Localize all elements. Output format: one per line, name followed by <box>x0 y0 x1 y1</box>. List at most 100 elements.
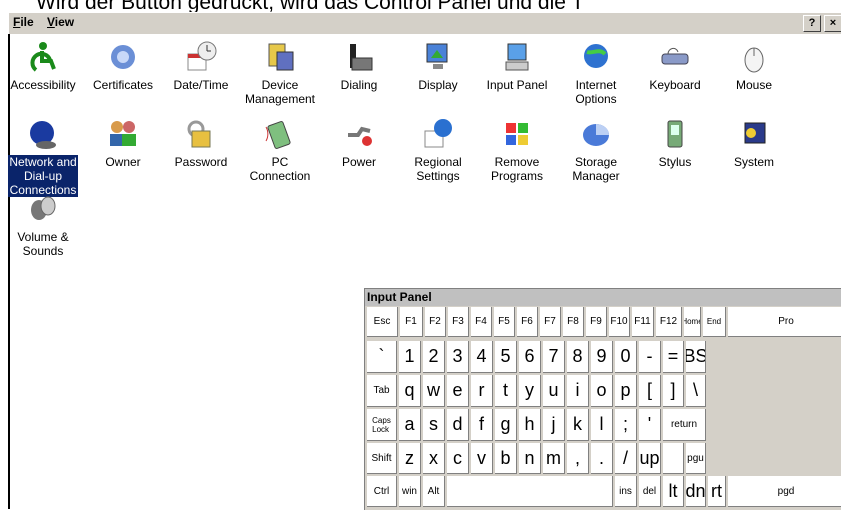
key[interactable]: Tab <box>367 375 397 407</box>
key[interactable]: d <box>447 409 469 441</box>
icon-item[interactable]: Keyboard <box>634 40 716 92</box>
key[interactable]: n <box>519 443 541 474</box>
key[interactable]: F3 <box>448 307 469 337</box>
key[interactable]: a <box>399 409 421 441</box>
key[interactable]: r <box>471 375 493 407</box>
key[interactable]: F6 <box>517 307 538 337</box>
key[interactable]: F10 <box>609 307 630 337</box>
key[interactable]: / <box>615 443 637 474</box>
key[interactable]: e <box>447 375 469 407</box>
key[interactable]: q <box>399 375 421 407</box>
key[interactable]: ` <box>367 341 397 373</box>
key[interactable]: 8 <box>567 341 589 373</box>
key[interactable]: del <box>639 476 661 507</box>
icon-item[interactable]: Accessibility <box>2 40 84 92</box>
key[interactable]: 4 <box>471 341 493 373</box>
key[interactable]: \ <box>686 375 706 407</box>
key[interactable]: 6 <box>519 341 541 373</box>
key[interactable]: c <box>447 443 469 474</box>
icon-item[interactable]: Stylus <box>634 117 716 169</box>
icon-item[interactable]: Volume & Sounds <box>2 192 84 258</box>
key[interactable]: . <box>591 443 613 474</box>
key[interactable]: s <box>423 409 445 441</box>
key[interactable]: 7 <box>543 341 565 373</box>
icon-item[interactable]: Input Panel <box>476 40 558 92</box>
icon-item[interactable]: Remove Programs <box>476 117 558 183</box>
icon-item[interactable]: System <box>713 117 795 169</box>
blank-key[interactable] <box>663 443 684 474</box>
icon-item[interactable]: Power <box>318 117 400 169</box>
key[interactable]: Caps Lock <box>367 409 397 441</box>
key[interactable]: rt <box>708 476 726 507</box>
key[interactable]: m <box>543 443 565 474</box>
close-button[interactable]: × <box>824 15 841 32</box>
key[interactable]: u <box>543 375 565 407</box>
icon-item[interactable]: Password <box>160 117 242 169</box>
key[interactable]: i <box>567 375 589 407</box>
key[interactable]: z <box>399 443 421 474</box>
key[interactable]: F8 <box>563 307 584 337</box>
key[interactable]: Home <box>684 307 701 337</box>
key[interactable]: ins <box>615 476 637 507</box>
icon-item[interactable]: Internet Options <box>555 40 637 106</box>
icon-item[interactable]: Display <box>397 40 479 92</box>
key[interactable]: pgd <box>728 476 841 507</box>
key[interactable]: BS <box>686 341 706 373</box>
help-button[interactable]: ? <box>803 15 821 32</box>
key[interactable]: b <box>495 443 517 474</box>
icon-item[interactable]: Regional Settings <box>397 117 479 183</box>
key[interactable]: Esc <box>367 307 398 337</box>
key[interactable]: x <box>423 443 445 474</box>
key[interactable]: t <box>495 375 517 407</box>
key[interactable]: F11 <box>632 307 654 337</box>
key[interactable]: , <box>567 443 589 474</box>
key[interactable]: Ctrl <box>367 476 397 507</box>
key[interactable]: Alt <box>423 476 445 507</box>
key[interactable]: ' <box>639 409 661 441</box>
key[interactable]: v <box>471 443 493 474</box>
icon-item[interactable]: Date/Time <box>160 40 242 92</box>
key[interactable]: F12 <box>656 307 682 337</box>
key[interactable]: dn <box>686 476 706 507</box>
key[interactable]: F5 <box>494 307 515 337</box>
icon-item[interactable]: Network and Dial-up Connections <box>2 117 84 197</box>
key[interactable]: pgu <box>686 443 706 474</box>
key[interactable]: 3 <box>447 341 469 373</box>
space-key[interactable] <box>447 476 613 507</box>
key[interactable]: up <box>639 443 661 474</box>
key[interactable]: End <box>703 307 726 337</box>
icon-item[interactable]: Certificates <box>82 40 164 92</box>
key[interactable]: - <box>639 341 661 373</box>
key[interactable]: = <box>663 341 684 373</box>
key[interactable]: k <box>567 409 589 441</box>
key[interactable]: w <box>423 375 445 407</box>
icon-item[interactable]: PC Connection <box>239 117 321 183</box>
key[interactable]: o <box>591 375 613 407</box>
key[interactable]: ; <box>615 409 637 441</box>
key[interactable]: ] <box>663 375 684 407</box>
key[interactable]: h <box>519 409 541 441</box>
menu-file[interactable]: File <box>13 15 34 29</box>
icon-item[interactable]: Storage Manager <box>555 117 637 183</box>
key[interactable]: Pro <box>728 307 841 337</box>
key[interactable]: F7 <box>540 307 561 337</box>
key[interactable]: 2 <box>423 341 445 373</box>
key[interactable]: lt <box>663 476 684 507</box>
key[interactable]: F4 <box>471 307 492 337</box>
key[interactable]: return <box>663 409 706 441</box>
key[interactable]: 9 <box>591 341 613 373</box>
key[interactable]: p <box>615 375 637 407</box>
key[interactable]: F9 <box>586 307 607 337</box>
key[interactable]: [ <box>639 375 661 407</box>
key[interactable]: F2 <box>425 307 446 337</box>
icon-item[interactable]: Dialing <box>318 40 400 92</box>
key[interactable]: 1 <box>399 341 421 373</box>
key[interactable]: g <box>495 409 517 441</box>
key[interactable]: j <box>543 409 565 441</box>
key[interactable]: l <box>591 409 613 441</box>
icon-item[interactable]: Mouse <box>713 40 795 92</box>
icon-item[interactable]: Device Management <box>239 40 321 106</box>
key[interactable]: F1 <box>400 307 423 337</box>
key[interactable]: 0 <box>615 341 637 373</box>
key[interactable]: Shift <box>367 443 397 474</box>
